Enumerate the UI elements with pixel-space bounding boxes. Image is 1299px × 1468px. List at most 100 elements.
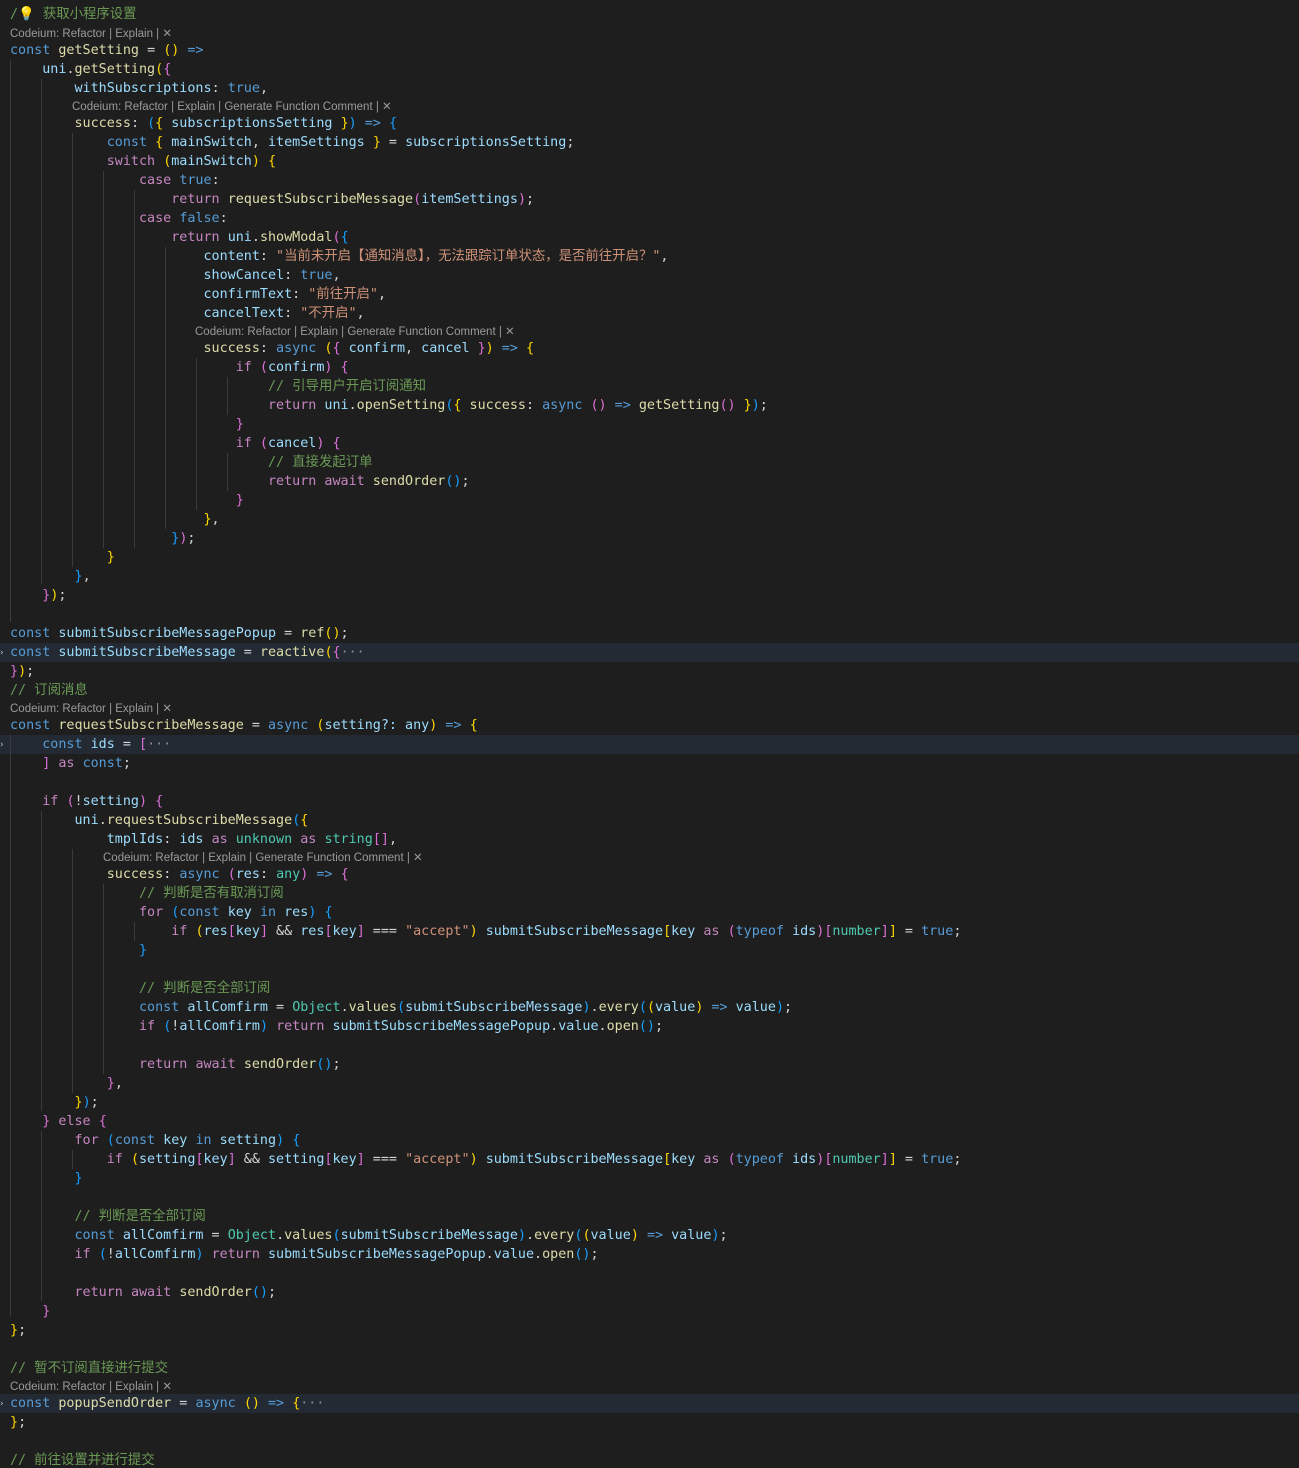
code-lens-actions[interactable]: Codeium: Refactor | Explain | Generate F… [72, 101, 382, 113]
fold-chevron-icon[interactable]: › [0, 1399, 4, 1409]
code-line[interactable]: }); [10, 586, 1299, 605]
close-icon[interactable]: ✕ [162, 703, 172, 715]
code-line[interactable]: return requestSubscribeMessage(itemSetti… [10, 190, 1299, 209]
code-line[interactable]: tmplIds: ids as unknown as string[], [10, 830, 1299, 849]
code-editor[interactable]: › › › /💡 获取小程序设置 Codeium: Refactor | Exp… [0, 0, 1299, 1468]
code-lens-actions[interactable]: Codeium: Refactor | Explain | [10, 1381, 162, 1393]
codeium-code-lens[interactable]: Codeium: Refactor | Explain | Generate F… [195, 324, 515, 340]
code-lens-actions[interactable]: Codeium: Refactor | Explain | Generate F… [103, 852, 413, 864]
code-line[interactable]: switch (mainSwitch) { [10, 152, 1299, 171]
string-literal: "前往开启" [308, 287, 378, 302]
code-line[interactable]: uni.requestSubscribeMessage({ [10, 811, 1299, 830]
identifier: submitSubscribeMessage [58, 645, 236, 660]
code-line[interactable]: return await sendOrder(); [10, 1055, 1299, 1074]
close-icon[interactable]: ✕ [505, 326, 515, 338]
code-line[interactable]: } [10, 415, 1299, 434]
code-line[interactable]: if (!setting) { [10, 792, 1299, 811]
code-line[interactable]: showCancel: true, [10, 266, 1299, 285]
identifier: popupSendOrder [58, 1396, 172, 1411]
code-line[interactable]: // 前往设置并进行提交 [10, 1451, 1299, 1468]
code-line[interactable]: } [10, 941, 1299, 960]
codeium-code-lens[interactable]: Codeium: Refactor | Explain | ✕ [10, 26, 172, 42]
code-line[interactable]: withSubscriptions: true, [10, 79, 1299, 98]
comment: // 判断是否有取消订阅 [139, 886, 284, 901]
code-line[interactable]: // 暂不订阅直接进行提交 [10, 1359, 1299, 1378]
code-line[interactable]: success: ({ subscriptionsSetting }) => { [10, 114, 1299, 133]
code-line[interactable]: } [10, 491, 1299, 510]
codeium-code-lens[interactable]: Codeium: Refactor | Explain | ✕ [10, 1379, 172, 1395]
code-line[interactable]: }; [10, 1413, 1299, 1432]
code-line[interactable]: for (const key in setting) { [10, 1131, 1299, 1150]
code-line[interactable]: return await sendOrder(); [10, 1283, 1299, 1302]
code-line[interactable]: }, [10, 510, 1299, 529]
code-line[interactable]: const allComfirm = Object.values(submitS… [10, 1226, 1299, 1245]
close-icon[interactable]: ✕ [162, 1381, 172, 1393]
code-line[interactable]: } [10, 548, 1299, 567]
code-line[interactable]: return uni.showModal({ [10, 228, 1299, 247]
code-line[interactable]: const requestSubscribeMessage = async (s… [10, 716, 1299, 735]
close-icon[interactable]: ✕ [413, 852, 423, 864]
code-line[interactable]: confirmText: "前往开启", [10, 285, 1299, 304]
comment: 获取小程序设置 [42, 7, 137, 22]
code-lens-actions[interactable]: Codeium: Refactor | Explain | Generate F… [195, 326, 505, 338]
code-line[interactable]: // 判断是否全部订阅 [10, 1207, 1299, 1226]
code-line[interactable]: if (res[key] && res[key] === "accept") s… [10, 922, 1299, 941]
code-line[interactable]: ] as const; [10, 754, 1299, 773]
code-line[interactable]: } [10, 1302, 1299, 1321]
code-line[interactable]: const getSetting = () => [10, 41, 1299, 60]
code-line[interactable]: return await sendOrder(); [10, 472, 1299, 491]
code-line[interactable]: // 判断是否有取消订阅 [10, 884, 1299, 903]
code-line[interactable]: content: "当前未开启【通知消息】，无法跟踪订单状态，是否前往开启？", [10, 247, 1299, 266]
code-line[interactable]: if (cancel) { [10, 434, 1299, 453]
fold-chevron-icon[interactable]: › [0, 648, 4, 658]
code-line[interactable]: uni.getSetting({ [10, 60, 1299, 79]
code-line[interactable]: // 引导用户开启订阅通知 [10, 377, 1299, 396]
code-lens-actions[interactable]: Codeium: Refactor | Explain | [10, 703, 162, 715]
code-line[interactable]: }); [10, 1093, 1299, 1112]
code-line[interactable]: }); [10, 662, 1299, 681]
code-line[interactable]: }, [10, 567, 1299, 586]
code-line[interactable]: if (setting[key] && setting[key] === "ac… [10, 1150, 1299, 1169]
codeium-code-lens[interactable]: Codeium: Refactor | Explain | Generate F… [72, 99, 392, 115]
identifier: submitSubscribeMessagePopup [58, 626, 277, 641]
code-line[interactable]: const ids = [··· [10, 735, 1299, 754]
comment: // 订阅消息 [10, 683, 88, 698]
code-line[interactable]: return uni.openSetting({ success: async … [10, 396, 1299, 415]
comment: // 判断是否全部订阅 [139, 981, 271, 996]
code-line[interactable]: } [10, 1169, 1299, 1188]
comment: // 直接发起订单 [267, 455, 373, 470]
code-line[interactable]: success: async ({ confirm, cancel }) => … [10, 339, 1299, 358]
close-icon[interactable]: ✕ [382, 101, 392, 113]
code-line[interactable]: success: async (res: any) => { [10, 865, 1299, 884]
fold-chevron-icon[interactable]: › [0, 740, 4, 750]
code-line[interactable]: cancelText: "不开启", [10, 304, 1299, 323]
comment: // 前往设置并进行提交 [10, 1453, 155, 1468]
code-line[interactable]: }); [10, 529, 1299, 548]
lightbulb-icon[interactable]: 💡 [18, 7, 35, 22]
close-icon[interactable]: ✕ [162, 28, 172, 40]
code-line[interactable]: if (!allComfirm) return submitSubscribeM… [10, 1245, 1299, 1264]
code-line[interactable]: const popupSendOrder = async () => {··· [10, 1394, 1299, 1413]
codeium-code-lens[interactable]: Codeium: Refactor | Explain | ✕ [10, 701, 172, 717]
code-line[interactable]: for (const key in res) { [10, 903, 1299, 922]
code-line[interactable]: }, [10, 1074, 1299, 1093]
string-literal: "accept" [405, 924, 470, 939]
code-line[interactable]: }; [10, 1321, 1299, 1340]
code-line[interactable]: // 判断是否全部订阅 [10, 979, 1299, 998]
codeium-code-lens[interactable]: Codeium: Refactor | Explain | Generate F… [103, 850, 423, 866]
code-line[interactable]: case true: [10, 171, 1299, 190]
string-literal: "当前未开启【通知消息】，无法跟踪订单状态，是否前往开启？" [276, 249, 661, 264]
code-line[interactable]: // 直接发起订单 [10, 453, 1299, 472]
code-line[interactable]: if (confirm) { [10, 358, 1299, 377]
code-line[interactable]: case false: [10, 209, 1299, 228]
code-line[interactable]: const allComfirm = Object.values(submitS… [10, 998, 1299, 1017]
code-line[interactable]: const { mainSwitch, itemSettings } = sub… [10, 133, 1299, 152]
code-line[interactable]: const submitSubscribeMessage = reactive(… [10, 643, 1299, 662]
code-line[interactable]: /💡 获取小程序设置 [10, 5, 1299, 24]
code-line[interactable]: if (!allComfirm) return submitSubscribeM… [10, 1017, 1299, 1036]
code-lens-actions[interactable]: Codeium: Refactor | Explain | [10, 28, 162, 40]
comment: // 引导用户开启订阅通知 [267, 379, 427, 394]
code-line[interactable]: // 订阅消息 [10, 681, 1299, 700]
code-line[interactable]: const submitSubscribeMessagePopup = ref(… [10, 624, 1299, 643]
code-line[interactable]: } else { [10, 1112, 1299, 1131]
